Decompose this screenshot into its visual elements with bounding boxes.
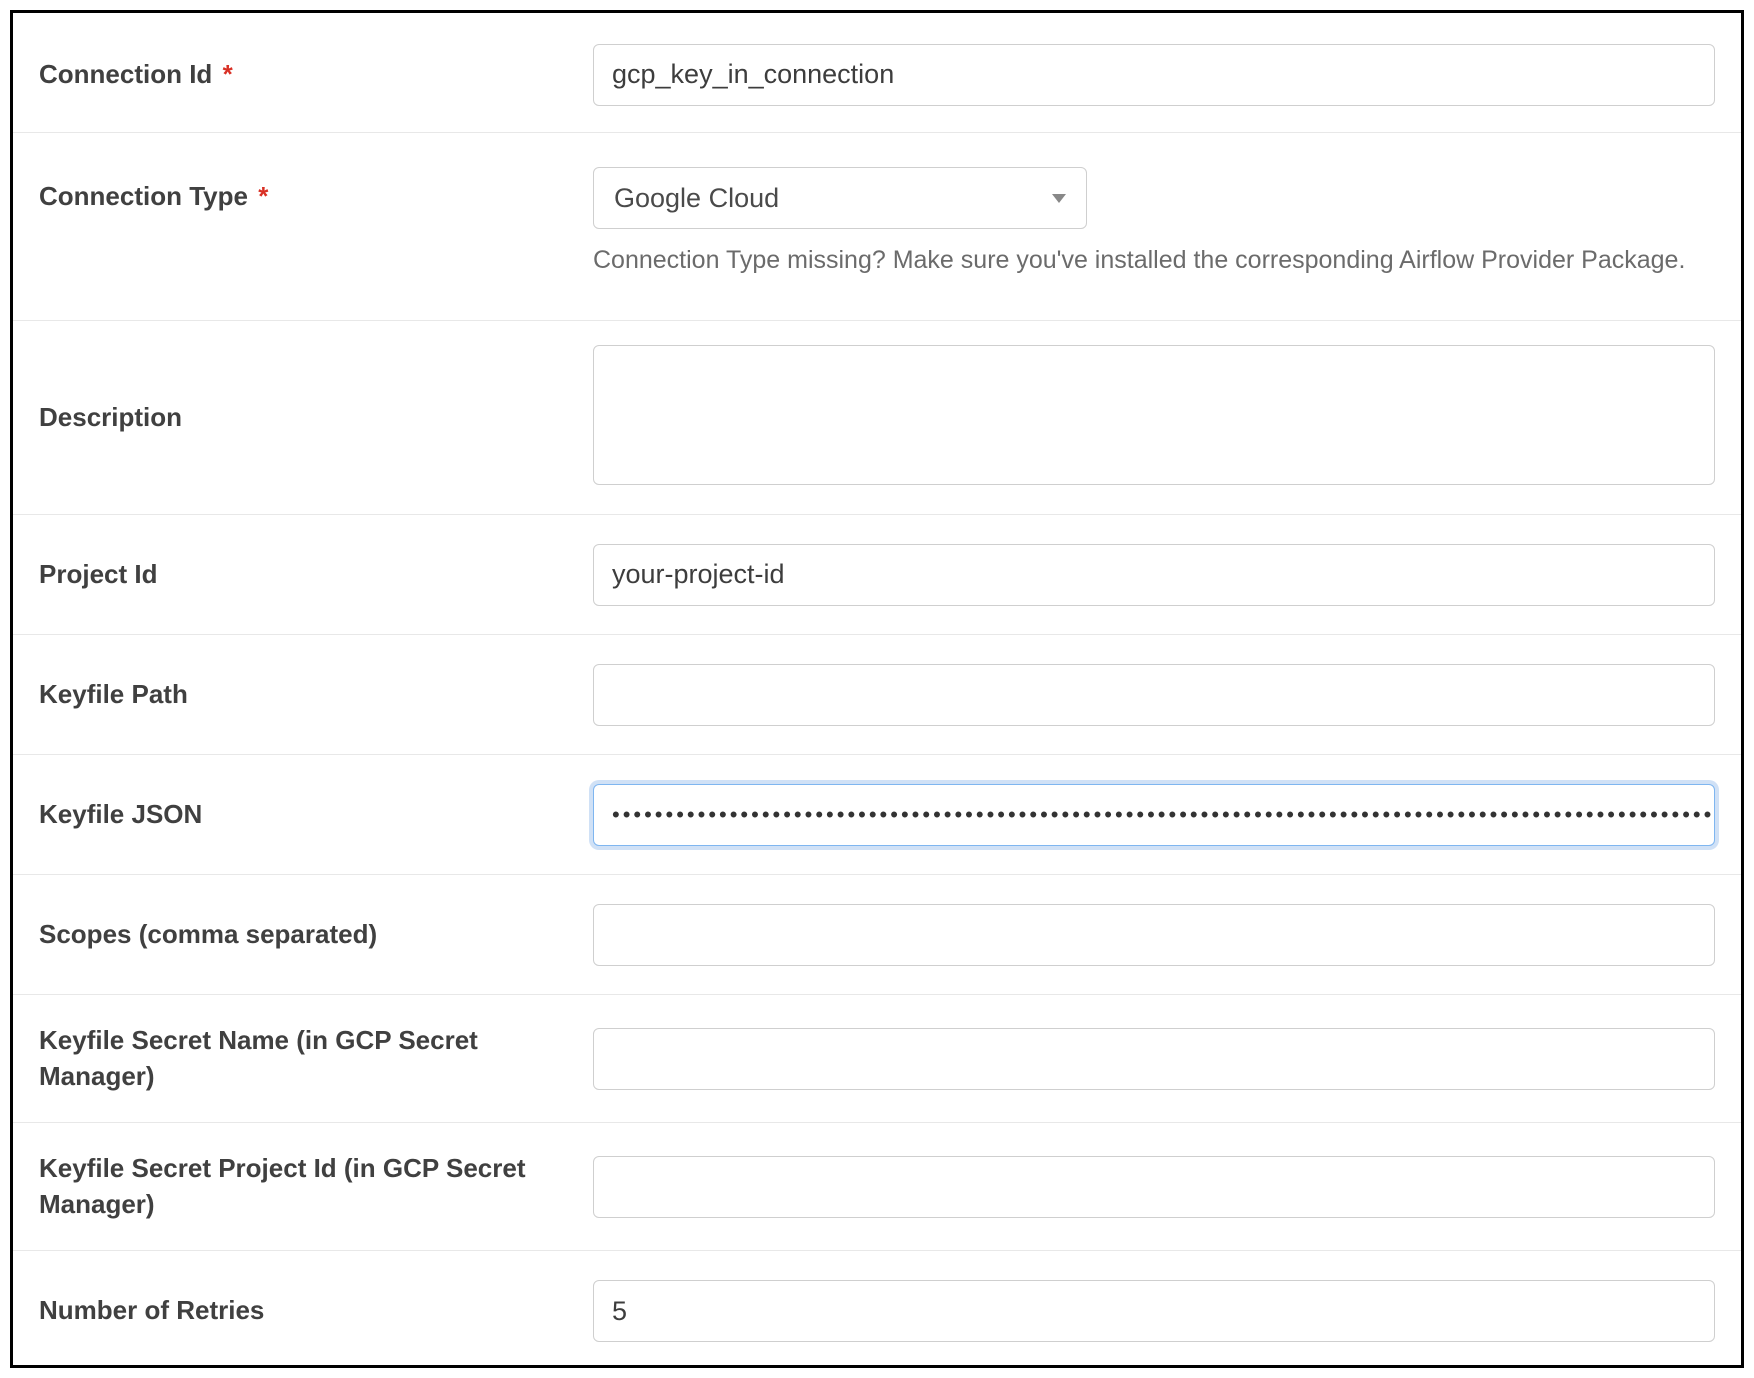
- label-description: Description: [39, 400, 593, 435]
- label-keyfile-secret-name: Keyfile Secret Name (in GCP Secret Manag…: [39, 1023, 593, 1093]
- label-connection-type-text: Connection Type: [39, 181, 248, 211]
- connection-form-panel: Connection Id * Connection Type * Google…: [10, 10, 1744, 1368]
- row-keyfile-secret-project-id: Keyfile Secret Project Id (in GCP Secret…: [13, 1123, 1741, 1251]
- label-connection-type: Connection Type *: [39, 167, 593, 214]
- input-num-retries[interactable]: [593, 1280, 1715, 1342]
- row-connection-id: Connection Id *: [13, 13, 1741, 133]
- label-connection-id: Connection Id *: [39, 57, 593, 92]
- row-keyfile-path: Keyfile Path: [13, 635, 1741, 755]
- select-connection-type[interactable]: Google Cloud: [593, 167, 1087, 229]
- select-connection-type-value: Google Cloud: [614, 183, 779, 214]
- input-project-id[interactable]: [593, 544, 1715, 606]
- label-keyfile-path: Keyfile Path: [39, 677, 593, 712]
- required-asterisk: *: [223, 59, 233, 89]
- label-project-id: Project Id: [39, 557, 593, 592]
- row-keyfile-secret-name: Keyfile Secret Name (in GCP Secret Manag…: [13, 995, 1741, 1123]
- row-connection-type: Connection Type * Google Cloud Connectio…: [13, 133, 1741, 321]
- row-project-id: Project Id: [13, 515, 1741, 635]
- input-connection-id[interactable]: [593, 44, 1715, 106]
- input-scopes[interactable]: [593, 904, 1715, 966]
- row-keyfile-json: Keyfile JSON •••••••••••••••••••••••••••…: [13, 755, 1741, 875]
- label-num-retries: Number of Retries: [39, 1293, 593, 1328]
- row-description: Description: [13, 321, 1741, 515]
- input-description[interactable]: [593, 345, 1715, 485]
- row-num-retries: Number of Retries: [13, 1251, 1741, 1368]
- label-keyfile-json: Keyfile JSON: [39, 797, 593, 832]
- input-keyfile-path[interactable]: [593, 664, 1715, 726]
- row-scopes: Scopes (comma separated): [13, 875, 1741, 995]
- help-connection-type: Connection Type missing? Make sure you'v…: [593, 243, 1715, 278]
- input-keyfile-json[interactable]: ••••••••••••••••••••••••••••••••••••••••…: [593, 784, 1715, 846]
- label-connection-id-text: Connection Id: [39, 59, 212, 89]
- required-asterisk: *: [258, 181, 268, 211]
- input-keyfile-secret-project-id[interactable]: [593, 1156, 1715, 1218]
- input-keyfile-secret-name[interactable]: [593, 1028, 1715, 1090]
- chevron-down-icon: [1052, 194, 1066, 203]
- label-scopes: Scopes (comma separated): [39, 917, 593, 952]
- label-keyfile-secret-project-id: Keyfile Secret Project Id (in GCP Secret…: [39, 1151, 593, 1221]
